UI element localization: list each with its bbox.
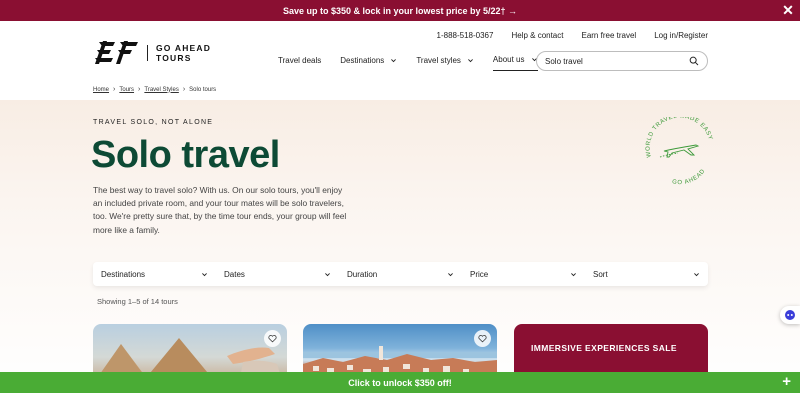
heart-icon bbox=[268, 335, 277, 343]
filter-label: Price bbox=[470, 269, 489, 279]
chevron-right-icon: › bbox=[138, 86, 141, 93]
chevron-down-icon bbox=[202, 272, 207, 276]
plus-icon[interactable]: + bbox=[782, 373, 791, 391]
hero-intro: The best way to travel solo? With us. On… bbox=[93, 185, 347, 235]
phone-link[interactable]: 1-888-518-0367 bbox=[437, 31, 494, 40]
badge-text-bottom: GO AHEAD bbox=[672, 168, 706, 185]
ef-logo-icon bbox=[95, 41, 138, 64]
promo-card-title: IMMERSIVE EXPERIENCES SALE bbox=[531, 343, 677, 353]
filter-destinations[interactable]: Destinations bbox=[93, 262, 216, 286]
unlock-discount-bar[interactable]: Click to unlock $350 off! + bbox=[0, 372, 800, 393]
chevron-down-icon bbox=[391, 58, 397, 62]
logo[interactable]: GO AHEAD TOURS bbox=[93, 39, 211, 67]
unlock-discount-text: Click to unlock $350 off! bbox=[348, 377, 452, 388]
search-box[interactable] bbox=[536, 51, 708, 71]
nav-label: Travel styles bbox=[416, 55, 461, 65]
favorite-button[interactable] bbox=[474, 330, 491, 347]
logo-wordmark: GO AHEAD TOURS bbox=[156, 43, 211, 63]
breadcrumb-travel-styles[interactable]: Travel Styles bbox=[144, 87, 178, 93]
breadcrumb-current: Solo tours bbox=[189, 86, 217, 93]
nav-travel-deals[interactable]: Travel deals bbox=[278, 55, 321, 71]
badge-text-top: WORLD TRAVEL MADE EASY bbox=[646, 117, 713, 158]
login-register-link[interactable]: Log in/Register bbox=[654, 31, 708, 40]
results-count: Showing 1–5 of 14 tours bbox=[97, 297, 178, 306]
filter-label: Duration bbox=[347, 269, 378, 279]
breadcrumb-tours[interactable]: Tours bbox=[119, 87, 134, 93]
help-contact-link[interactable]: Help & contact bbox=[511, 31, 563, 40]
utility-nav: 1-888-518-0367 Help & contact Earn free … bbox=[437, 31, 708, 40]
chevron-down-icon bbox=[571, 272, 576, 276]
airplane-icon bbox=[659, 144, 700, 158]
nav-label: Travel deals bbox=[278, 55, 322, 65]
logo-line-2: TOURS bbox=[156, 53, 192, 63]
chevron-down-icon bbox=[448, 272, 453, 276]
nav-travel-styles[interactable]: Travel styles bbox=[416, 55, 474, 71]
nav-label: About us bbox=[492, 55, 525, 64]
close-icon[interactable]: ✕ bbox=[781, 2, 795, 18]
hero-eyebrow: TRAVEL SOLO, NOT ALONE bbox=[93, 119, 214, 126]
filter-dates[interactable]: Dates bbox=[216, 262, 339, 286]
promo-banner[interactable]: Save up to $350 & lock in your lowest pr… bbox=[0, 0, 800, 21]
page-title: Solo travel bbox=[91, 134, 280, 176]
breadcrumb: Home › Tours › Travel Styles › Solo tour… bbox=[93, 86, 216, 93]
breadcrumb-home[interactable]: Home bbox=[93, 87, 109, 93]
filter-label: Destinations bbox=[101, 269, 146, 279]
favorite-button[interactable] bbox=[264, 330, 281, 347]
chevron-down-icon bbox=[325, 272, 330, 276]
filter-bar: Destinations Dates Duration Price Sort bbox=[93, 262, 708, 286]
chevron-right-icon: › bbox=[113, 86, 116, 93]
nav-about-us[interactable]: About us bbox=[492, 55, 538, 71]
heart-icon bbox=[478, 335, 487, 343]
main-nav: Travel deals Destinations Travel styles … bbox=[278, 55, 557, 71]
filter-duration[interactable]: Duration bbox=[339, 262, 462, 286]
logo-divider bbox=[147, 45, 148, 61]
world-travel-badge: WORLD TRAVEL MADE EASY GO AHEAD bbox=[646, 117, 714, 185]
search-icon[interactable] bbox=[689, 56, 699, 66]
filter-price[interactable]: Price bbox=[462, 262, 585, 286]
logo-line-1: GO AHEAD bbox=[156, 43, 212, 53]
promo-text[interactable]: Save up to $350 & lock in your lowest pr… bbox=[283, 6, 517, 16]
chevron-right-icon: › bbox=[182, 86, 186, 93]
svg-text:GO AHEAD: GO AHEAD bbox=[672, 168, 707, 185]
filter-label: Sort bbox=[593, 269, 608, 279]
filter-label: Dates bbox=[224, 269, 245, 279]
chevron-down-icon bbox=[468, 58, 473, 62]
filter-sort[interactable]: Sort bbox=[585, 262, 708, 286]
chevron-down-icon bbox=[694, 272, 699, 276]
chat-bubble-icon bbox=[785, 310, 795, 320]
earn-free-travel-link[interactable]: Earn free travel bbox=[581, 31, 636, 40]
search-input[interactable] bbox=[545, 56, 689, 66]
nav-destinations[interactable]: Destinations bbox=[340, 55, 397, 71]
svg-text:WORLD TRAVEL MADE EASY: WORLD TRAVEL MADE EASY bbox=[646, 117, 714, 158]
nav-label: Destinations bbox=[340, 55, 385, 65]
chat-widget-button[interactable] bbox=[780, 306, 800, 324]
